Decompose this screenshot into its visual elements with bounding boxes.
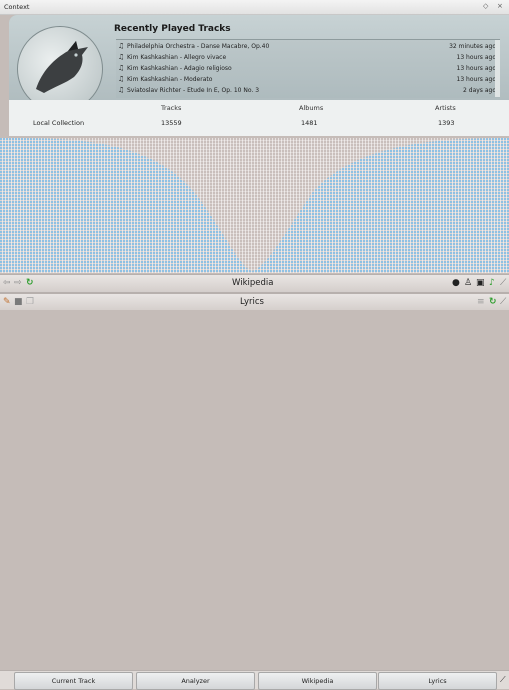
tab-analyzer[interactable]: Analyzer — [136, 672, 255, 690]
tracks-count: 13559 — [161, 119, 182, 127]
tracks-header: Tracks — [161, 104, 182, 112]
music-note-icon: ♫ — [118, 86, 125, 94]
settings-icon[interactable]: ⟋ — [500, 278, 506, 288]
scrollbar[interactable] — [495, 40, 500, 97]
albums-count: 1481 — [301, 119, 318, 127]
forward-icon[interactable]: ⇨ — [14, 278, 22, 288]
list-item[interactable]: ♫ Kim Kashkashian - Adagio religioso 13 … — [116, 63, 498, 74]
close-icon[interactable]: × — [497, 2, 503, 10]
wolf-logo-icon — [36, 41, 88, 93]
float-icon[interactable]: ◇ — [483, 2, 488, 10]
recent-tracks-list: ♫ Philadelphia Orchestra - Danse Macabre… — [116, 39, 500, 98]
spectrum-analyzer — [0, 138, 509, 273]
music-note-icon: ♫ — [118, 42, 125, 50]
collection-label: Local Collection — [33, 119, 85, 127]
recent-title: Recently Played Tracks — [114, 24, 231, 34]
applet-tabbar: Current Track Analyzer Wikipedia Lyrics … — [0, 670, 509, 690]
reload-icon[interactable]: ↻ — [489, 297, 497, 307]
window-title: Context — [4, 3, 30, 11]
scroll-icon[interactable]: ≡ — [477, 297, 485, 307]
reload-icon[interactable]: ↻ — [26, 278, 34, 288]
window-titlebar: Context ◇ × — [0, 0, 509, 15]
back-icon[interactable]: ⇦ — [3, 278, 11, 288]
analyzer-bars — [0, 138, 509, 273]
music-note-icon: ♫ — [118, 75, 125, 83]
music-icon[interactable]: ♪ — [489, 278, 495, 288]
list-item[interactable]: ♫ Philadelphia Orchestra - Danse Macabre… — [116, 41, 498, 52]
artists-header: Artists — [435, 104, 456, 112]
copy-icon[interactable]: ❐ — [26, 297, 34, 307]
edit-icon[interactable]: ✎ — [3, 297, 11, 307]
lyrics-title: Lyrics — [240, 297, 264, 307]
settings-icon[interactable]: ⟋ — [500, 675, 506, 685]
list-item[interactable]: ♫ Kim Kashkashian - Moderato 13 hours ag… — [116, 74, 498, 85]
music-note-icon: ♫ — [118, 53, 125, 61]
list-item[interactable]: ♫ Sviatoslav Richter - Etude In E, Op. 1… — [116, 85, 498, 96]
tab-current-track[interactable]: Current Track — [14, 672, 133, 690]
tab-lyrics[interactable]: Lyrics — [378, 672, 497, 690]
track-icon[interactable]: ▣ — [476, 278, 485, 288]
artist-icon[interactable]: ● — [452, 278, 460, 288]
tab-wikipedia[interactable]: Wikipedia — [258, 672, 377, 690]
music-note-icon: ♫ — [118, 64, 125, 72]
artists-count: 1393 — [438, 119, 455, 127]
list-item[interactable]: ♫ Kim Kashkashian - Allegro vivace 13 ho… — [116, 52, 498, 63]
wikipedia-title: Wikipedia — [232, 278, 274, 288]
albums-header: Albums — [299, 104, 324, 112]
lyrics-content — [0, 310, 509, 670]
wikipedia-toolbar: ⇦ ⇨ ↻ Wikipedia ● ♙ ▣ ♪ ⟋ — [0, 274, 509, 293]
settings-icon[interactable]: ⟋ — [500, 297, 506, 307]
collection-stats: Tracks Albums Artists Local Collection 1… — [9, 100, 509, 136]
album-icon[interactable]: ♙ — [464, 278, 472, 288]
save-icon[interactable]: ■ — [14, 297, 23, 307]
